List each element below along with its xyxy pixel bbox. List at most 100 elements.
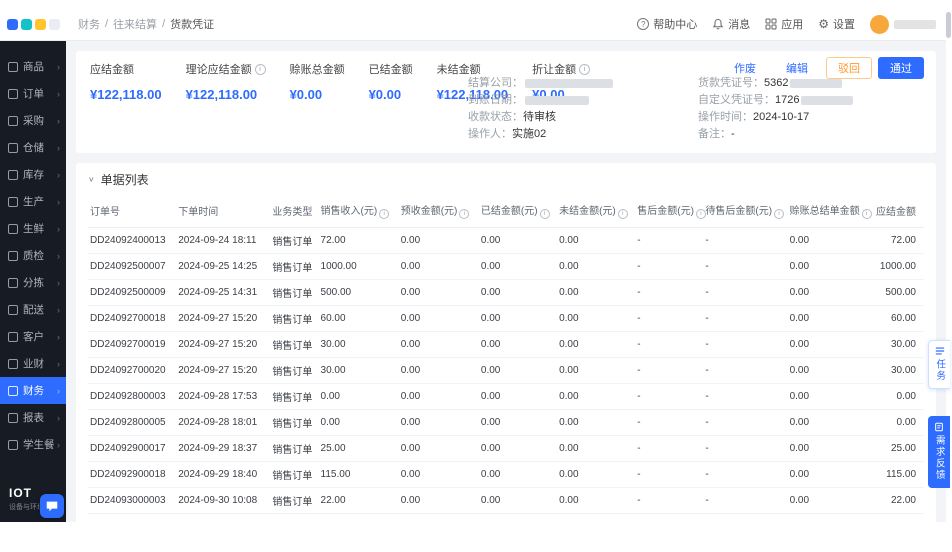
sidebar-item-9[interactable]: 配送› [0,296,66,323]
sidebar-item-6[interactable]: 生鲜› [0,215,66,242]
metric-value: ¥122,118.00 [186,87,266,102]
column-header[interactable]: 待售后金额(元)i [703,194,787,228]
chevron-right-icon: › [57,359,60,369]
column-header[interactable]: 未结金额(元)i [557,194,635,228]
table-cell: 0.00 [557,280,635,306]
table-row[interactable]: DD240927000182024-09-27 15:20销售订单60.000.… [88,306,924,332]
summary-metric: 赊账总金额¥0.00 [290,61,345,102]
breadcrumb-item[interactable]: 财务 [78,16,100,32]
table-row[interactable]: DD240927000192024-09-27 15:20销售订单30.000.… [88,332,924,358]
sidebar-item-10[interactable]: 客户› [0,323,66,350]
reject-button[interactable]: 驳回 [826,57,872,79]
sidebar-item-13[interactable]: 报表› [0,404,66,431]
sidebar-item-1[interactable]: 订单› [0,80,66,107]
scrollbar-thumb[interactable] [946,12,951,38]
table-cell: 销售订单 [270,436,318,462]
table-cell: 115.00 [319,462,399,488]
table-row[interactable]: DD240929000182024-09-29 18:40销售订单115.000… [88,462,924,488]
table-row[interactable]: DD240930000042024-09-30 10:19销售订单1.000.0… [88,514,924,523]
table-cell: - [635,514,703,523]
table-row[interactable]: DD240929000172024-09-29 18:37销售订单25.000.… [88,436,924,462]
task-panel-tab[interactable]: 任务 [928,340,950,389]
column-header[interactable]: 业务类型 [270,194,318,228]
column-header[interactable]: 订单号 [88,194,176,228]
sidebar-item-8[interactable]: 分拣› [0,269,66,296]
detail-value: 2024-10-17 [753,111,809,124]
edit-button[interactable]: 编辑 [774,57,820,79]
section-title-row[interactable]: ∨ 单据列表 [88,171,924,188]
table-cell: 0.00 [399,384,479,410]
column-header[interactable]: 预收金额(元)i [399,194,479,228]
table-cell: 0.00 [557,358,635,384]
table-cell: 2024-09-25 14:25 [176,254,270,280]
feedback-tab[interactable]: 需求反馈 [928,416,950,488]
column-header[interactable]: 售后金额(元)i [635,194,703,228]
detail-row: 操作人：实施02 [468,128,664,141]
sidebar-item-11[interactable]: 业财› [0,350,66,377]
sidebar-item-label: 仓储 [23,140,44,155]
sidebar-item-12[interactable]: 财务› [0,377,66,404]
table-row[interactable]: DD240924000132024-09-24 18:11销售订单72.000.… [88,228,924,254]
table-cell: 销售订单 [270,384,318,410]
table-cell: 销售订单 [270,306,318,332]
table-row[interactable]: DD240930000032024-09-30 10:08销售订单22.000.… [88,488,924,514]
sidebar-item-4[interactable]: 库存› [0,161,66,188]
table-cell: 0.00 [479,462,557,488]
table-cell: 0.00 [399,436,479,462]
table-cell: 销售订单 [270,280,318,306]
sidebar-item-0[interactable]: 商品› [0,53,66,80]
apps-button[interactable]: 应用 [765,16,803,32]
summary-metric: 理论应结金额i¥122,118.00 [186,61,266,102]
column-header[interactable]: 赊账总结单金额i [788,194,872,228]
table-row[interactable]: DD240925000072024-09-25 14:25销售订单1000.00… [88,254,924,280]
menu-icon [8,413,18,423]
page: 财务/往来结算/货款凭证 ? 帮助中心 消息 应用 [0,0,952,552]
feedback-tab-label: 需求反馈 [934,435,944,481]
sidebar-item-14[interactable]: 学生餐› [0,431,66,458]
table-row[interactable]: DD240925000092024-09-25 14:31销售订单500.000… [88,280,924,306]
menu-icon [8,170,18,180]
chevron-right-icon: › [57,305,60,315]
table-cell: - [635,306,703,332]
sidebar-item-7[interactable]: 质检› [0,242,66,269]
detail-row: 操作时间：2024-10-17 [698,111,853,124]
table-cell: 0.00 [557,384,635,410]
table-cell: 0.00 [788,332,872,358]
help-center-button[interactable]: ? 帮助中心 [637,16,697,32]
detail-label: 备注： [698,128,731,141]
sidebar-item-label: 生产 [23,194,44,209]
table-row[interactable]: DD240927000202024-09-27 15:20销售订单30.000.… [88,358,924,384]
user-menu[interactable] [870,15,936,34]
table-cell: 2024-09-30 10:08 [176,488,270,514]
sidebar-item-3[interactable]: 仓储› [0,134,66,161]
sidebar-item-2[interactable]: 采购› [0,107,66,134]
table-cell: - [703,462,787,488]
chat-button[interactable] [40,494,64,518]
table-cell: 0.00 [557,488,635,514]
table-cell: 销售订单 [270,228,318,254]
void-button[interactable]: 作废 [722,57,768,79]
table-row[interactable]: DD240928000052024-09-28 18:01销售订单0.000.0… [88,410,924,436]
messages-button[interactable]: 消息 [712,16,750,32]
column-header[interactable]: 应结金额 [872,194,924,228]
table-row[interactable]: DD240928000032024-09-28 17:53销售订单0.000.0… [88,384,924,410]
detail-row: 货款凭证号：5362 [698,77,853,90]
settings-button[interactable]: ⚙ 设置 [818,16,855,32]
detail-label: 操作时间： [698,111,753,124]
table-cell: 0.00 [399,514,479,523]
sidebar-item-label: 商品 [23,59,44,74]
breadcrumb-item[interactable]: 往来结算 [113,16,157,32]
table-cell: 0.00 [319,410,399,436]
sidebar-item-5[interactable]: 生产› [0,188,66,215]
column-header[interactable]: 下单时间 [176,194,270,228]
table-cell: - [703,254,787,280]
column-header[interactable]: 销售收入(元)i [319,194,399,228]
table-cell: 0.00 [399,254,479,280]
table-cell: - [703,358,787,384]
menu-icon [8,116,18,126]
approve-button[interactable]: 通过 [878,57,924,79]
table-cell: - [635,228,703,254]
column-header[interactable]: 已结金额(元)i [479,194,557,228]
table-cell: 0.00 [557,254,635,280]
table-cell: 2024-09-29 18:40 [176,462,270,488]
